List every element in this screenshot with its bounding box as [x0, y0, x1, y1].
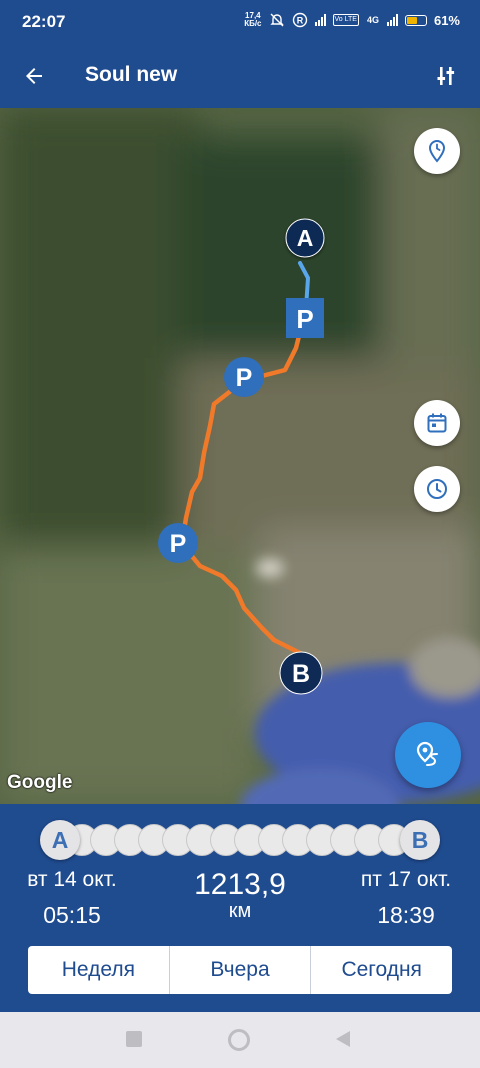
home-circle-icon[interactable]	[227, 1028, 251, 1052]
time-button[interactable]	[414, 466, 460, 512]
trip-slider[interactable]: A B	[40, 820, 440, 860]
svg-text:P: P	[236, 364, 253, 392]
registered-icon: R	[292, 12, 307, 28]
status-bar: 22:07 17,4 КБ/с R Vo LTE 4G 61%	[0, 0, 480, 46]
slider-start-handle[interactable]: A	[40, 820, 80, 860]
trip-panel: A B вт 14 окт. 05:15 1213,9 км пт 17 окт…	[0, 804, 480, 1012]
parking-marker[interactable]: P	[156, 521, 200, 565]
clock-icon	[427, 479, 447, 499]
status-time: 22:07	[22, 12, 66, 31]
marker-a[interactable]: A	[283, 216, 327, 260]
start-info: вт 14 окт. 05:15	[12, 868, 132, 929]
back-button[interactable]	[18, 60, 50, 92]
route-pin-icon	[416, 741, 438, 766]
back-triangle-icon[interactable]	[334, 1029, 352, 1049]
tab-week[interactable]: Неделя	[28, 946, 170, 994]
network-type: 4G	[366, 15, 379, 25]
calendar-icon	[427, 413, 447, 433]
calendar-button[interactable]	[414, 400, 460, 446]
place-time-icon	[428, 139, 446, 163]
end-info: пт 17 окт. 18:39	[344, 868, 468, 929]
system-nav-bar	[0, 1012, 480, 1068]
page-title: Soul new	[85, 63, 178, 86]
distance-value: 1213,9	[194, 868, 286, 901]
period-tabs: Неделя Вчера Сегодня	[28, 946, 452, 994]
recents-square-icon[interactable]	[125, 1030, 143, 1048]
tab-yesterday[interactable]: Вчера	[170, 946, 312, 994]
place-time-button[interactable]	[414, 128, 460, 174]
signal-2-icon	[386, 14, 398, 26]
battery-icon	[404, 14, 427, 26]
network-speed: 17,4 КБ/с	[244, 11, 262, 28]
sliders-icon	[437, 67, 455, 85]
start-date: вт 14 окт.	[27, 868, 117, 891]
route-button[interactable]	[395, 722, 461, 788]
signal-icon	[314, 14, 326, 26]
battery-percent: 61%	[433, 12, 460, 28]
svg-text:R: R	[296, 16, 303, 26]
distance-unit: км	[228, 900, 252, 922]
svg-text:B: B	[292, 660, 310, 688]
svg-text:A: A	[297, 225, 314, 251]
start-time: 05:15	[43, 902, 101, 928]
bell-off-icon	[269, 13, 284, 27]
slider-end-handle[interactable]: B	[400, 820, 440, 860]
google-logo: Google	[7, 772, 73, 793]
end-date: пт 17 окт.	[360, 868, 452, 891]
distance-info: 1213,9 км	[165, 868, 315, 923]
tab-today[interactable]: Сегодня	[311, 946, 452, 994]
svg-text:P: P	[296, 304, 313, 334]
arrow-left-icon	[26, 68, 42, 84]
filter-button[interactable]	[430, 60, 462, 92]
parking-marker[interactable]: P	[222, 355, 266, 399]
status-icons: 17,4 КБ/с R Vo LTE 4G 61%	[244, 12, 460, 28]
map-view[interactable]: A P P P B Google	[0, 108, 480, 804]
satellite-map	[0, 108, 480, 804]
app-bar: Soul new	[0, 46, 480, 108]
marker-b[interactable]: B	[277, 649, 325, 697]
volte-badge: Vo LTE	[332, 14, 359, 26]
end-time: 18:39	[377, 902, 435, 928]
svg-text:P: P	[170, 530, 187, 558]
parking-marker[interactable]: P	[285, 297, 325, 339]
